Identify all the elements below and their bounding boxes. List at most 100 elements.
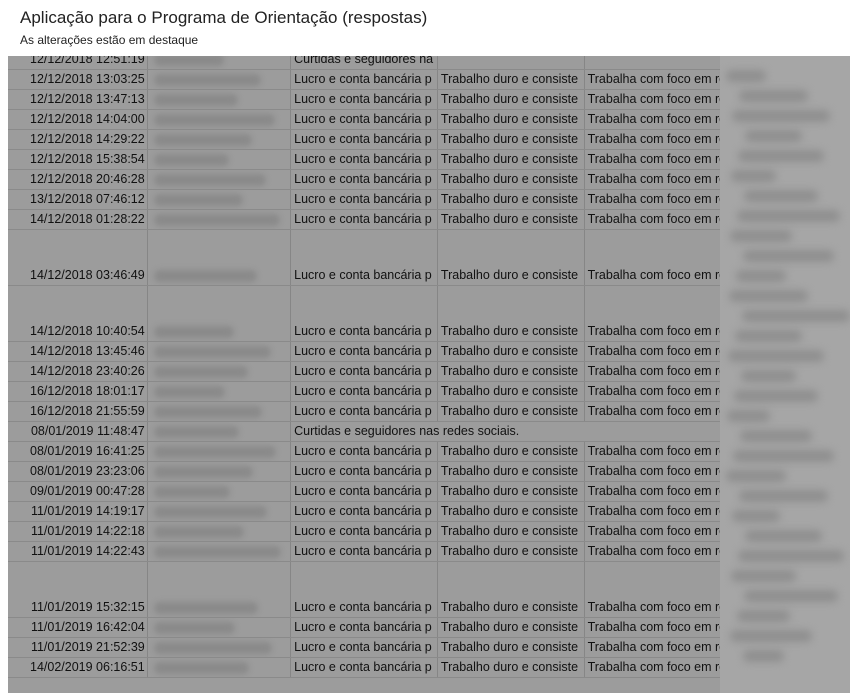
answer-cell[interactable]: Trabalha com foco em re [584, 441, 728, 462]
answer-cell[interactable]: Trabalha com foco em re [584, 361, 728, 382]
redacted-name-cell[interactable] [147, 561, 292, 618]
redacted-name-cell[interactable] [147, 421, 292, 442]
answer-cell[interactable]: Trabalho duro e consiste [437, 541, 585, 562]
answer-cell[interactable]: Lucro e conta bancária p [290, 149, 438, 170]
spreadsheet-grid[interactable]: 12/12/2018 12:51:19 Curtidas e seguidores… [0, 56, 850, 693]
answer-cell[interactable]: Lucro e conta bancária p [290, 229, 438, 286]
timestamp-cell[interactable]: 12/12/2018 15:38:54 [8, 149, 148, 170]
answer-cell[interactable]: Trabalha com foco em re [584, 129, 728, 150]
timestamp-cell[interactable]: 11/01/2019 16:42:04 [8, 617, 148, 638]
answer-cell[interactable]: Trabalho duro e consiste [437, 285, 585, 342]
redacted-name-cell[interactable] [147, 69, 292, 90]
answer-cell[interactable]: Trabalha com foco em re [584, 617, 728, 638]
timestamp-cell[interactable]: 08/01/2019 23:23:06 [8, 461, 148, 482]
answer-cell[interactable]: Trabalho duro e consiste [437, 401, 585, 422]
answer-cell[interactable]: Lucro e conta bancária p [290, 89, 438, 110]
answer-cell[interactable]: Trabalha com foco em re [584, 89, 728, 110]
answer-cell[interactable]: Trabalho duro e consiste [437, 561, 585, 618]
answer-cell[interactable]: Trabalha com foco em re [584, 561, 728, 618]
redacted-name-cell[interactable] [147, 209, 292, 230]
timestamp-cell[interactable]: 14/12/2018 01:28:22 [8, 209, 148, 230]
answer-cell[interactable] [437, 56, 585, 70]
redacted-name-cell[interactable] [147, 637, 292, 658]
redacted-name-cell[interactable] [147, 501, 292, 522]
answer-cell[interactable]: Lucro e conta bancária p [290, 401, 438, 422]
timestamp-cell[interactable]: 09/01/2019 00:47:28 [8, 481, 148, 502]
redacted-name-cell[interactable] [147, 401, 292, 422]
redacted-name-cell[interactable] [147, 381, 292, 402]
timestamp-cell[interactable]: 08/01/2019 16:41:25 [8, 441, 148, 462]
timestamp-cell[interactable]: 14/12/2018 10:40:54 [8, 285, 148, 342]
timestamp-cell[interactable]: 16/12/2018 18:01:17 [8, 381, 148, 402]
answer-cell[interactable]: Trabalho duro e consiste [437, 441, 585, 462]
answer-cell[interactable]: Lucro e conta bancária p [290, 381, 438, 402]
answer-cell[interactable]: Trabalha com foco em re [584, 461, 728, 482]
answer-cell[interactable]: Lucro e conta bancária p [290, 209, 438, 230]
answer-cell[interactable]: Curtidas e seguidores na [290, 56, 438, 70]
redacted-name-cell[interactable] [147, 56, 292, 70]
answer-cell[interactable]: Trabalho duro e consiste [437, 129, 585, 150]
answer-cell[interactable]: Lucro e conta bancária p [290, 285, 438, 342]
timestamp-cell[interactable]: 12/12/2018 14:29:22 [8, 129, 148, 150]
timestamp-cell[interactable]: 14/12/2018 23:40:26 [8, 361, 148, 382]
answer-cell[interactable]: Trabalho duro e consiste [437, 381, 585, 402]
answer-cell[interactable]: Trabalho duro e consiste [437, 461, 585, 482]
answer-cell[interactable]: Lucro e conta bancária p [290, 441, 438, 462]
timestamp-cell[interactable]: 11/01/2019 14:22:43 [8, 541, 148, 562]
redacted-name-cell[interactable] [147, 657, 292, 678]
answer-cell[interactable]: Trabalho duro e consiste [437, 229, 585, 286]
answer-cell[interactable]: Trabalho duro e consiste [437, 637, 585, 658]
answer-cell[interactable]: Trabalho duro e consiste [437, 109, 585, 130]
answer-cell[interactable]: Trabalho duro e consiste [437, 89, 585, 110]
timestamp-cell[interactable]: 11/01/2019 14:19:17 [8, 501, 148, 522]
answer-cell[interactable]: Trabalho duro e consiste [437, 501, 585, 522]
timestamp-cell[interactable]: 12/12/2018 14:04:00 [8, 109, 148, 130]
answer-cell[interactable]: Trabalha com foco em re [584, 381, 728, 402]
answer-cell[interactable]: Trabalho duro e consiste [437, 69, 585, 90]
answer-cell[interactable]: Trabalha com foco em re [584, 149, 728, 170]
answer-cell[interactable]: Trabalha com foco em re [584, 541, 728, 562]
answer-cell[interactable]: Lucro e conta bancária p [290, 561, 438, 618]
answer-cell[interactable]: Lucro e conta bancária p [290, 461, 438, 482]
timestamp-cell[interactable]: 12/12/2018 12:51:19 [8, 56, 148, 70]
answer-cell[interactable]: Lucro e conta bancária p [290, 129, 438, 150]
answer-cell[interactable]: Trabalho duro e consiste [437, 481, 585, 502]
redacted-name-cell[interactable] [147, 361, 292, 382]
answer-cell[interactable]: Trabalha com foco em re [584, 189, 728, 210]
answer-cell[interactable]: Lucro e conta bancária p [290, 189, 438, 210]
answer-cell[interactable]: Trabalha com foco em re [584, 285, 728, 342]
answer-cell[interactable]: Lucro e conta bancária p [290, 521, 438, 542]
redacted-name-cell[interactable] [147, 461, 292, 482]
answer-cell[interactable]: Trabalha com foco em re [584, 341, 728, 362]
answer-cell[interactable]: Trabalho duro e consiste [437, 657, 585, 678]
answer-cell[interactable]: Lucro e conta bancária p [290, 361, 438, 382]
redacted-name-cell[interactable] [147, 617, 292, 638]
redacted-name-cell[interactable] [147, 285, 292, 342]
answer-cell[interactable]: Lucro e conta bancária p [290, 541, 438, 562]
answer-cell[interactable]: Trabalha com foco em re [584, 657, 728, 678]
timestamp-cell[interactable]: 12/12/2018 13:47:13 [8, 89, 148, 110]
timestamp-cell[interactable]: 14/12/2018 13:45:46 [8, 341, 148, 362]
redacted-name-cell[interactable] [147, 89, 292, 110]
answer-cell[interactable]: Lucro e conta bancária p [290, 637, 438, 658]
timestamp-cell[interactable]: 12/12/2018 20:46:28 [8, 169, 148, 190]
redacted-name-cell[interactable] [147, 229, 292, 286]
answer-cell[interactable]: Curtidas e seguidores nas redes sociais. [290, 421, 728, 442]
answer-cell[interactable]: Trabalha com foco em re [584, 229, 728, 286]
answer-cell[interactable]: Lucro e conta bancária p [290, 69, 438, 90]
answer-cell[interactable]: Trabalha com foco em re [584, 637, 728, 658]
answer-cell[interactable]: Trabalho duro e consiste [437, 617, 585, 638]
answer-cell[interactable]: Trabalha com foco em re [584, 69, 728, 90]
answer-cell[interactable]: Lucro e conta bancária p [290, 109, 438, 130]
answer-cell[interactable]: Lucro e conta bancária p [290, 501, 438, 522]
timestamp-cell[interactable]: 11/01/2019 15:32:15 [8, 561, 148, 618]
answer-cell[interactable]: Trabalho duro e consiste [437, 149, 585, 170]
answer-cell[interactable]: Trabalha com foco em re [584, 401, 728, 422]
answer-cell[interactable]: Trabalha com foco em re [584, 209, 728, 230]
redacted-name-cell[interactable] [147, 541, 292, 562]
answer-cell[interactable]: Lucro e conta bancária p [290, 657, 438, 678]
answer-cell[interactable]: Trabalha com foco em re [584, 481, 728, 502]
timestamp-cell[interactable]: 14/12/2018 03:46:49 [8, 229, 148, 286]
timestamp-cell[interactable]: 08/01/2019 11:48:47 [8, 421, 148, 442]
answer-cell[interactable]: Trabalho duro e consiste [437, 209, 585, 230]
